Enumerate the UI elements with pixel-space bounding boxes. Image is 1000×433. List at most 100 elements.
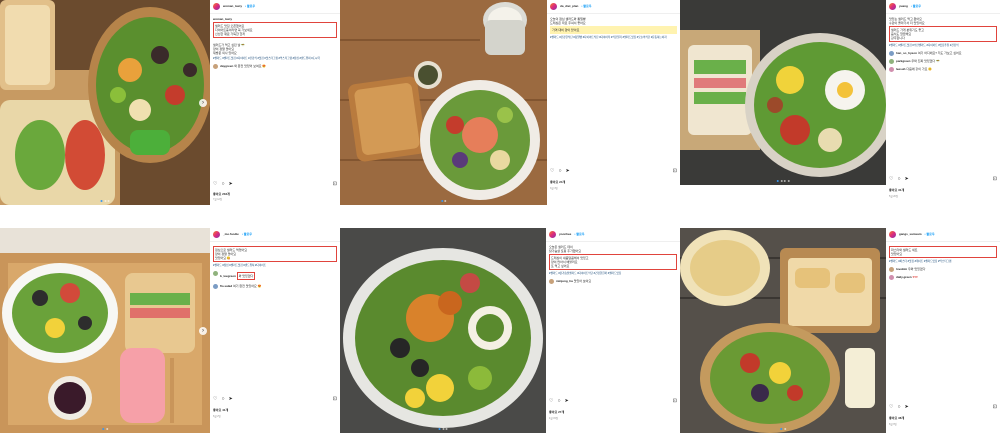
comment-icon[interactable]: ○ xyxy=(558,168,561,175)
follow-button[interactable]: • 팔로우 xyxy=(581,4,591,8)
heart-icon[interactable]: ♡ xyxy=(889,404,893,411)
comment-icon[interactable]: ○ xyxy=(897,404,900,411)
post-sidebar-1: woman_tasty • 팔로우 woman_tasty 샐러드 맛집 오픈했… xyxy=(210,0,340,205)
follow-button[interactable]: • 팔로우 xyxy=(911,4,921,8)
hashtags[interactable]: #샐러드 #점심 #샐러드맛집 #샌드위치 #다이어트 xyxy=(213,264,337,268)
avatar[interactable] xyxy=(213,3,220,10)
bookmark-icon[interactable]: ⊡ xyxy=(333,396,337,403)
post-panel-4: › _me.foodie • 팔로우 점심으로 샐러드 먹었어요 양이 정말 많… xyxy=(0,228,340,433)
bookmark-icon[interactable]: ⊡ xyxy=(673,398,677,405)
comment-username[interactable]: han_so_hyeon xyxy=(896,51,917,55)
hashtags[interactable]: #샐러드 #샐러드맛집 #다이어트 #건강식 #맛집 #맛스타그램 #먹스타그램… xyxy=(213,57,337,61)
heart-icon[interactable]: ♡ xyxy=(213,396,217,403)
share-icon[interactable]: ➤ xyxy=(565,398,569,405)
comment-text: ♥♥♥ xyxy=(912,274,918,279)
hashtags[interactable]: #샐러드 #파스타 #맛집 #데이트 #샐러드맛집 #먹스타그램 xyxy=(889,260,997,264)
avatar[interactable] xyxy=(213,270,218,276)
post-photo-5[interactable] xyxy=(340,228,546,433)
post-sidebar-5: yoonhee • 팔로우 오늘은 샐러드 데이 닭가슴살 토핑 추가했어요 드… xyxy=(546,228,680,433)
avatar[interactable] xyxy=(889,266,894,272)
comment-username[interactable]: parkgreen xyxy=(896,59,911,63)
heart-icon[interactable]: ♡ xyxy=(213,181,217,188)
comment-username[interactable]: leesuh xyxy=(896,67,906,71)
highlighted-caption: 가격 대비 양이 많아요 xyxy=(550,26,677,35)
avatar[interactable] xyxy=(889,274,894,280)
share-icon[interactable]: ➤ xyxy=(229,181,233,188)
hashtags[interactable]: #샐러드 #건강한식단 #통밀빵 #다이어트식단 #다이어터 #식단일기 #샐러… xyxy=(550,36,677,40)
avatar[interactable] xyxy=(889,231,896,238)
follow-button[interactable]: • 팔로우 xyxy=(242,232,252,236)
carousel-dots xyxy=(780,428,786,430)
avatar[interactable] xyxy=(213,283,218,289)
post-date: 5월 20일 xyxy=(889,195,899,198)
comment-username[interactable]: lovekim xyxy=(896,267,907,271)
action-bar: ♡ ○ ➤ ⊡ xyxy=(889,404,997,411)
like-count[interactable]: 좋아요 27개 xyxy=(549,410,564,414)
comment-username[interactable]: daygreen xyxy=(220,64,233,68)
action-bar: ♡ ○ ➤ ⊡ xyxy=(213,181,337,188)
avatar[interactable] xyxy=(549,231,556,238)
like-count[interactable]: 좋아요 24개 xyxy=(550,180,565,184)
post-photo-1[interactable]: › xyxy=(0,0,210,205)
comment-icon[interactable]: ○ xyxy=(221,396,224,403)
comment-username[interactable]: daily.green xyxy=(896,275,912,279)
comment-username[interactable]: b_leegreen xyxy=(220,274,236,278)
share-icon[interactable]: ➤ xyxy=(905,404,909,411)
avatar[interactable] xyxy=(213,231,220,238)
heart-icon[interactable]: ♡ xyxy=(549,398,553,405)
post-sidebar-4: _me.foodie • 팔로우 점심으로 샐러드 먹었어요 양이 정말 많아요… xyxy=(210,228,340,433)
like-count[interactable]: 좋아요 232개 xyxy=(213,192,230,196)
like-count[interactable]: 좋아요 31개 xyxy=(889,188,904,192)
share-icon[interactable]: ➤ xyxy=(905,176,909,183)
caption-text: 샐러드가 먹고 싶던 날 🥗 양이 정말 많아요 재방문 의사 있어요 xyxy=(213,43,245,56)
post-photo-3[interactable] xyxy=(680,0,886,185)
share-icon[interactable]: ➤ xyxy=(566,168,570,175)
comment-icon[interactable]: ○ xyxy=(221,181,224,188)
heart-icon[interactable]: ♡ xyxy=(550,168,554,175)
comment-text: 여기 완전 맛있어요 😍 xyxy=(233,283,262,288)
username[interactable]: yuang xyxy=(899,4,908,8)
post-date: 3월 4일 xyxy=(550,187,558,190)
comment-text: 우와 진짜 맛있겠다 🥗 xyxy=(911,58,940,63)
comment-username[interactable]: flo.salad xyxy=(220,284,232,288)
bookmark-icon[interactable]: ⊡ xyxy=(993,404,997,411)
bookmark-icon[interactable]: ⊡ xyxy=(333,181,337,188)
post-header: da_diet_plan • 팔로우 xyxy=(547,0,680,14)
next-arrow-icon[interactable]: › xyxy=(199,326,207,335)
username[interactable]: woman_tasty xyxy=(223,4,242,8)
like-count[interactable]: 좋아요 41개 xyxy=(213,408,228,412)
like-count[interactable]: 좋아요 38개 xyxy=(889,416,904,420)
comment-icon[interactable]: ○ xyxy=(557,398,560,405)
bookmark-icon[interactable]: ⊡ xyxy=(993,176,997,183)
avatar[interactable] xyxy=(549,278,554,284)
avatar[interactable] xyxy=(889,66,894,72)
caption-text: 맛있는 샐러드 먹고 왔어요 수란이 올라가서 더 맛있어요 xyxy=(889,17,925,26)
comment-icon[interactable]: ○ xyxy=(897,176,900,183)
username[interactable]: yoonhee xyxy=(559,232,571,236)
username[interactable]: gangs_samsam xyxy=(899,232,922,236)
hashtags[interactable]: #샐러드 #샐러드맛집 #수란샐러드 #다이어트 #맛집추천 #건강식 xyxy=(889,44,997,48)
comment-item: parkgreen 우와 진짜 맛있겠다 🥗 xyxy=(889,58,997,64)
follow-button[interactable]: • 팔로우 xyxy=(574,232,584,236)
post-photo-6[interactable] xyxy=(680,228,886,433)
username[interactable]: _me.foodie xyxy=(223,232,239,236)
heart-icon[interactable]: ♡ xyxy=(889,176,893,183)
post-photo-4[interactable]: › xyxy=(0,228,210,433)
comment-username[interactable]: minjung_ha xyxy=(556,279,573,283)
avatar[interactable] xyxy=(889,50,894,56)
comment-item: leesuh 다음에 같이 가요 😊 xyxy=(889,66,997,72)
post-date: 7월 12일 xyxy=(213,198,223,201)
hashtags[interactable]: #샐러드 #닭가슴살샐러드 #다이어트식단 #건강한한끼 #샐러드맛집 xyxy=(549,272,677,276)
avatar[interactable] xyxy=(889,3,896,10)
caption-username[interactable]: woman_tasty xyxy=(213,17,337,21)
avatar[interactable] xyxy=(550,3,557,10)
share-icon[interactable]: ➤ xyxy=(229,396,233,403)
username[interactable]: da_diet_plan xyxy=(560,4,578,8)
follow-button[interactable]: • 팔로우 xyxy=(245,4,255,8)
next-arrow-icon[interactable]: › xyxy=(199,98,207,107)
avatar[interactable] xyxy=(213,63,218,69)
avatar[interactable] xyxy=(889,58,894,64)
follow-button[interactable]: • 팔로우 xyxy=(925,232,935,236)
comment-item: daygreen 와 완전 맛있어 보여요 😍 xyxy=(213,63,337,69)
bookmark-icon[interactable]: ⊡ xyxy=(673,168,677,175)
